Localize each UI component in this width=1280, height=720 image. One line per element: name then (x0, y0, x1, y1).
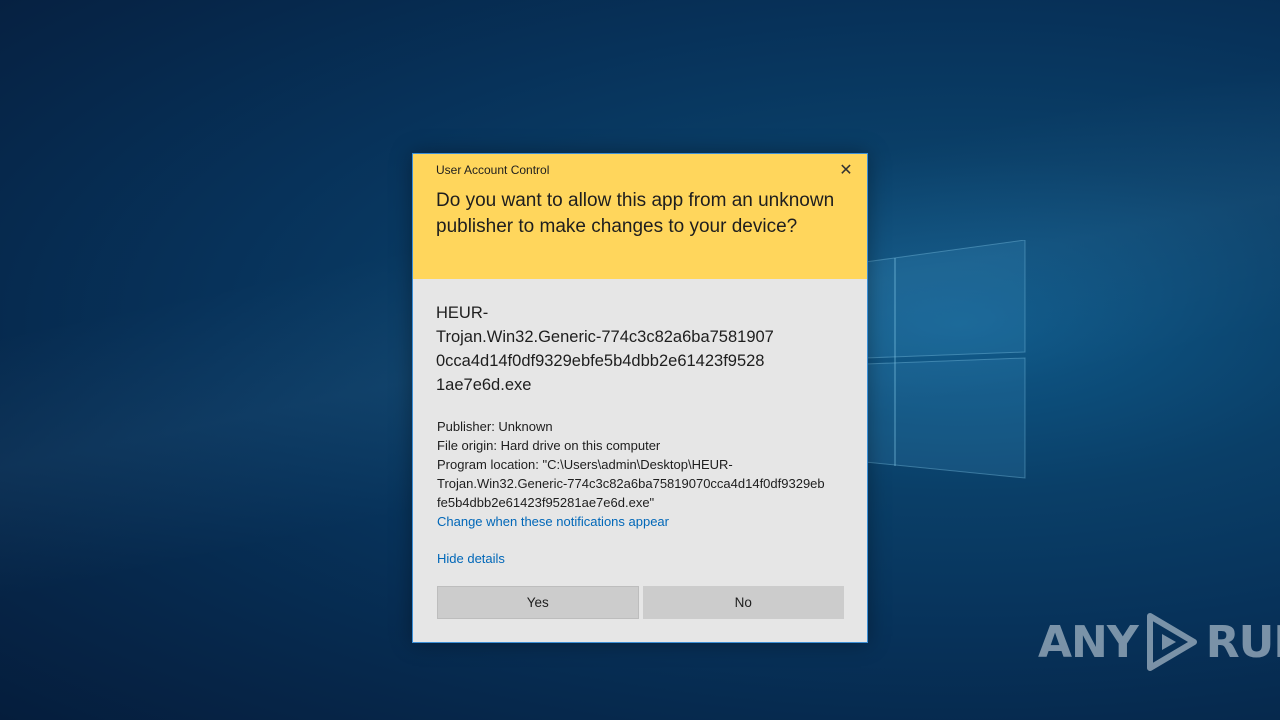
watermark-left-text: ANY (1038, 616, 1139, 668)
app-name-line: 1ae7e6d.exe (436, 376, 532, 394)
file-origin-text: File origin: Hard drive on this computer (437, 438, 661, 453)
watermark-right-text: RUN (1205, 616, 1280, 668)
yes-button[interactable]: Yes (437, 586, 639, 619)
uac-header: User Account Control ✕ Do you want to al… (413, 154, 867, 279)
program-location-line: fe5b4dbb2e61423f95281ae7e6d.exe" (437, 495, 655, 510)
change-notifications-link[interactable]: Change when these notifications appear (437, 512, 852, 531)
uac-question: Do you want to allow this app from an un… (436, 190, 835, 237)
uac-dialog: User Account Control ✕ Do you want to al… (412, 153, 868, 643)
button-row: Yes No (437, 586, 844, 619)
no-button[interactable]: No (642, 586, 844, 619)
publisher-text: Publisher: Unknown (437, 419, 553, 434)
windows-logo-icon (865, 240, 1026, 479)
dialog-title: User Account Control (436, 163, 550, 177)
app-name-line: HEUR- (436, 304, 489, 322)
hide-details-link[interactable]: Hide details (437, 549, 505, 568)
details-section: Publisher: Unknown File origin: Hard dri… (437, 417, 852, 531)
program-location-line: Program location: "C:\Users\admin\Deskto… (437, 457, 733, 472)
app-name: HEUR- Trojan.Win32.Generic-774c3c82a6ba7… (436, 301, 836, 397)
play-icon (1146, 613, 1197, 671)
anyrun-watermark: ANY RUN (1038, 610, 1280, 674)
close-icon[interactable]: ✕ (837, 162, 855, 180)
app-name-line: Trojan.Win32.Generic-774c3c82a6ba7581907 (436, 328, 774, 346)
program-location-line: Trojan.Win32.Generic-774c3c82a6ba7581907… (437, 476, 825, 491)
app-name-line: 0cca4d14f0df9329ebfe5b4dbb2e61423f9528 (436, 352, 765, 370)
